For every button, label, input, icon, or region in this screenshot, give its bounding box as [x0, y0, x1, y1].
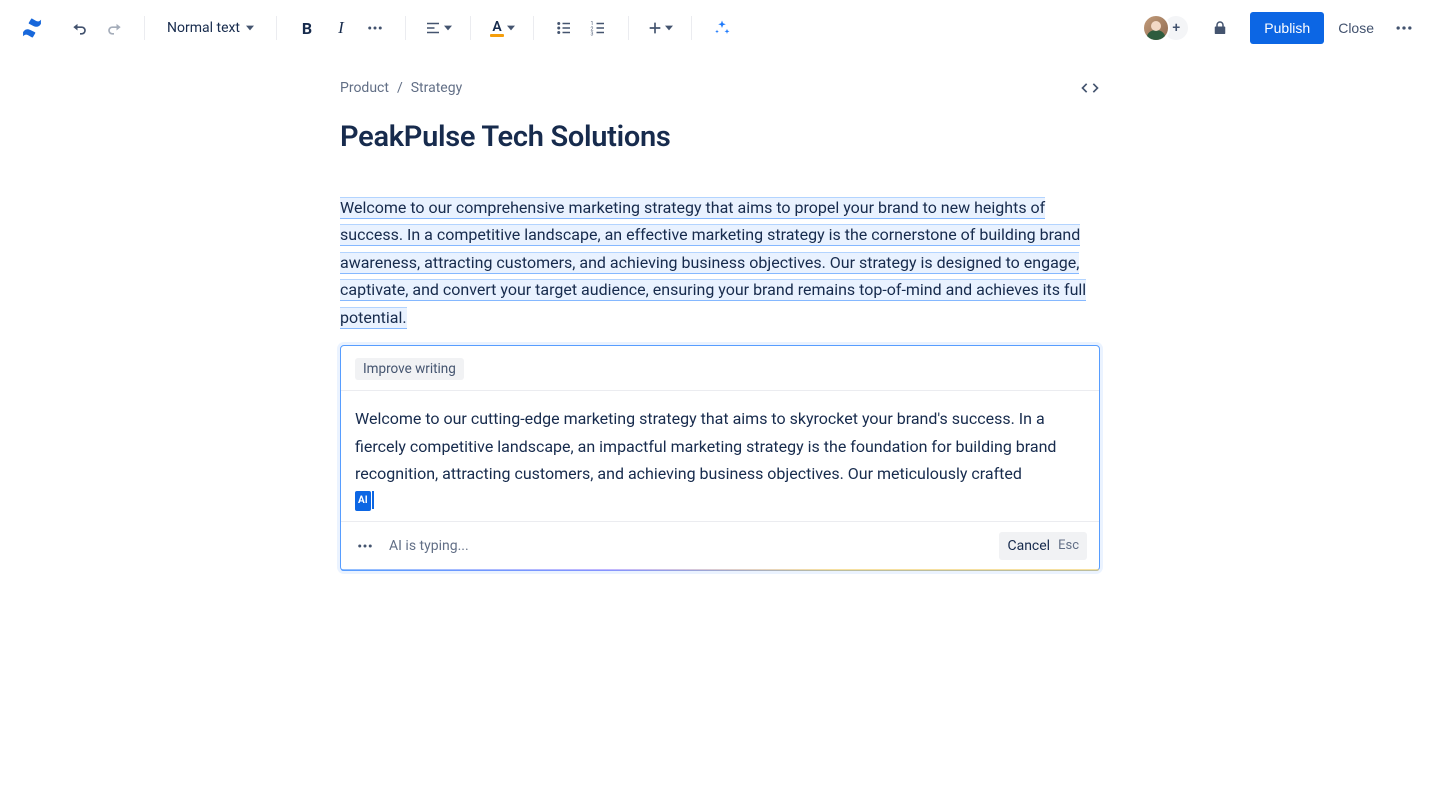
ai-cancel-label: Cancel	[1007, 538, 1050, 554]
ai-suggestion-body: Welcome to our cutting-edge marketing st…	[341, 391, 1099, 521]
ai-assist-button[interactable]	[706, 12, 738, 44]
body-paragraph[interactable]: Welcome to our comprehensive marketing s…	[340, 194, 1100, 331]
ai-suggestion-panel: Improve writing Welcome to our cutting-e…	[340, 345, 1100, 571]
selected-text: Welcome to our comprehensive marketing s…	[340, 197, 1086, 329]
numbered-list-button[interactable]: 123	[582, 12, 614, 44]
text-style-label: Normal text	[167, 20, 240, 36]
page-title[interactable]: PeakPulse Tech Solutions	[340, 120, 1100, 154]
dots-horizontal-icon	[1394, 18, 1414, 38]
italic-button[interactable]: I	[325, 12, 357, 44]
toolbar-separator	[628, 16, 629, 40]
breadcrumb-item-product[interactable]: Product	[340, 80, 389, 96]
breadcrumb-item-strategy[interactable]: Strategy	[411, 80, 462, 96]
svg-text:3: 3	[591, 32, 594, 38]
ai-cancel-button[interactable]: Cancel Esc	[999, 532, 1087, 560]
ai-panel-accent	[341, 569, 1099, 571]
toolbar-separator	[470, 16, 471, 40]
breadcrumb: Product / Strategy	[340, 80, 462, 96]
toolbar-separator	[144, 16, 145, 40]
more-actions-button[interactable]	[1388, 12, 1420, 44]
more-formatting-button[interactable]	[359, 12, 391, 44]
toolbar-separator	[691, 16, 692, 40]
ai-more-button[interactable]	[353, 534, 377, 558]
toolbar-separator	[405, 16, 406, 40]
chevron-down-icon	[665, 24, 673, 32]
numbered-list-icon: 123	[589, 19, 607, 37]
text-style-dropdown[interactable]: Normal text	[159, 12, 262, 44]
redo-button[interactable]	[98, 12, 130, 44]
insert-dropdown[interactable]	[643, 12, 677, 44]
bold-button[interactable]: B	[291, 12, 323, 44]
ai-panel-footer: AI is typing... Cancel Esc	[341, 521, 1099, 570]
chevron-down-icon	[507, 24, 515, 32]
publish-button[interactable]: Publish	[1250, 12, 1324, 44]
restrictions-button[interactable]	[1204, 12, 1236, 44]
ai-typing-cursor	[372, 491, 374, 509]
ai-suggestion-text: Welcome to our cutting-edge marketing st…	[355, 409, 1056, 483]
dots-horizontal-icon	[366, 19, 384, 37]
chevron-down-icon	[246, 24, 254, 32]
text-color-dropdown[interactable]: A	[485, 12, 519, 44]
bullet-list-icon	[555, 19, 573, 37]
lock-icon	[1211, 19, 1229, 37]
collaborators: +	[1142, 14, 1190, 42]
undo-button[interactable]	[64, 12, 96, 44]
editor-toolbar: Normal text B I A 123	[0, 0, 1440, 56]
ai-panel-header: Improve writing	[341, 346, 1099, 391]
ai-badge: AI	[355, 491, 371, 510]
close-button[interactable]: Close	[1338, 20, 1374, 36]
sparkle-icon	[712, 18, 732, 38]
align-left-icon	[424, 19, 442, 37]
expand-horizontal-icon	[1080, 81, 1100, 95]
page-width-toggle[interactable]	[1080, 81, 1100, 95]
toolbar-separator	[533, 16, 534, 40]
plus-icon	[647, 20, 663, 36]
chevron-down-icon	[444, 24, 452, 32]
confluence-logo-icon[interactable]	[20, 16, 44, 40]
align-dropdown[interactable]	[420, 12, 456, 44]
esc-key-hint: Esc	[1058, 538, 1079, 553]
ai-status-text: AI is typing...	[389, 538, 469, 554]
dots-horizontal-icon	[356, 537, 374, 555]
page-content: Product / Strategy PeakPulse Tech Soluti…	[340, 80, 1100, 611]
bullet-list-button[interactable]	[548, 12, 580, 44]
breadcrumb-separator: /	[397, 80, 403, 96]
ai-action-chip[interactable]: Improve writing	[355, 358, 464, 380]
toolbar-separator	[276, 16, 277, 40]
